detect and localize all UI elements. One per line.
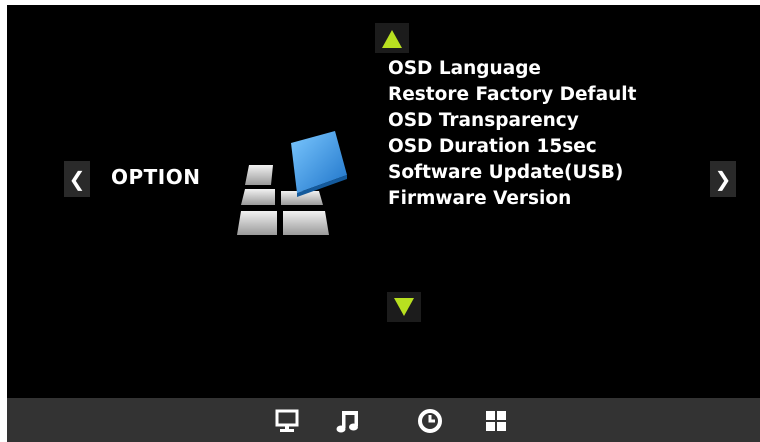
osd-screen: ❮ OPTION OSD Language Restore Factory De… (7, 5, 760, 398)
menu-item-firmware-version[interactable]: Firmware Version (388, 186, 636, 212)
menu-item-osd-duration[interactable]: OSD Duration 15sec (388, 134, 636, 160)
bottom-menu-bar (7, 398, 760, 442)
menu-item-software-update[interactable]: Software Update(USB) (388, 160, 636, 186)
nav-right-button[interactable]: ❯ (710, 161, 736, 197)
page-title: OPTION (111, 165, 201, 189)
clock-icon[interactable] (417, 408, 443, 434)
option-menu: OSD Language Restore Factory Default OSD… (388, 56, 636, 212)
nav-left-button[interactable]: ❮ (64, 161, 90, 197)
chevron-right-icon: ❯ (714, 167, 732, 191)
monitor-icon[interactable] (274, 408, 300, 434)
menu-item-osd-language[interactable]: OSD Language (388, 56, 636, 82)
triangle-up-icon (382, 30, 402, 48)
grid-icon[interactable] (483, 408, 509, 434)
chevron-left-icon: ❮ (68, 167, 86, 191)
scroll-down-button[interactable] (387, 292, 421, 322)
option-settings-icon (237, 131, 347, 235)
menu-item-osd-transparency[interactable]: OSD Transparency (388, 108, 636, 134)
scroll-up-button[interactable] (375, 23, 409, 53)
music-icon[interactable] (335, 408, 361, 434)
menu-item-restore-factory-default[interactable]: Restore Factory Default (388, 82, 636, 108)
triangle-down-icon (394, 298, 414, 316)
